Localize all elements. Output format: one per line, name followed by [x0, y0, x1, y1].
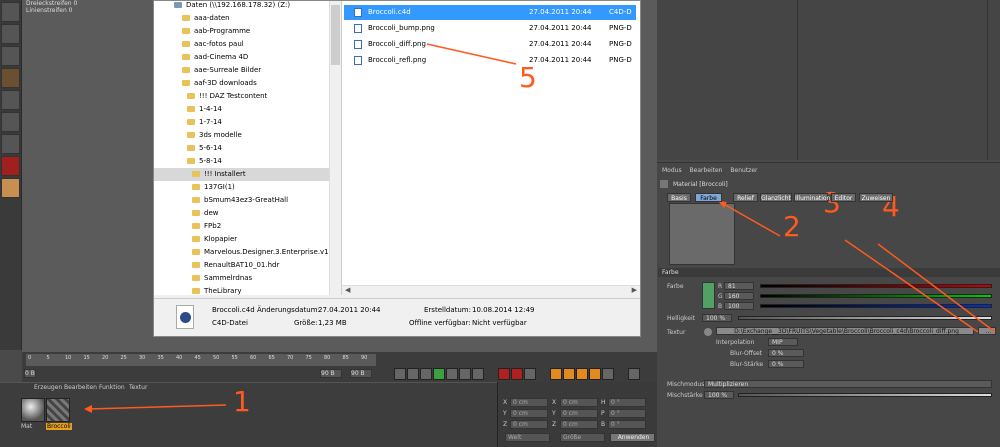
- tab-farbe[interactable]: Farbe: [695, 193, 722, 202]
- coord-field[interactable]: 0 °: [608, 420, 646, 429]
- annotation-number: 2: [783, 210, 801, 243]
- coord-field[interactable]: 0 cm: [510, 409, 548, 418]
- tab-basis[interactable]: Basis: [667, 193, 691, 202]
- apply-button[interactable]: Anwenden: [610, 433, 655, 442]
- coord-field[interactable]: 0 cm: [560, 420, 598, 429]
- annotation-number: 1: [233, 385, 251, 418]
- tab-zuweisen[interactable]: Zuweisen: [859, 193, 893, 202]
- coord-axis-label: B: [601, 421, 606, 428]
- coord-field[interactable]: 0 °: [608, 398, 646, 407]
- coord-field[interactable]: 0 cm: [560, 398, 598, 407]
- annotation-number: 5: [519, 61, 537, 94]
- coord-axis-label: P: [601, 410, 605, 417]
- coord-axis-label: X: [503, 399, 508, 406]
- coord-axis-label: Z: [552, 421, 557, 428]
- coord-axis-label: Y: [503, 410, 507, 417]
- coord-field[interactable]: 0 cm: [510, 398, 548, 407]
- coord-axis-label: H: [601, 399, 606, 406]
- coord-field[interactable]: 0 cm: [510, 420, 548, 429]
- coord-size-select[interactable]: Größe: [560, 433, 605, 442]
- tab-editor[interactable]: Editor: [831, 193, 856, 202]
- coord-axis-label: X: [552, 399, 557, 406]
- annotation-arrows: [84, 43, 996, 413]
- coord-axis-label: Y: [552, 410, 556, 417]
- coord-field[interactable]: 0 °: [608, 409, 646, 418]
- coord-field[interactable]: 0 cm: [560, 409, 598, 418]
- coord-axis-label: Z: [503, 421, 508, 428]
- tab-glanzlicht[interactable]: Glanzlicht: [760, 193, 792, 202]
- tab-illumination[interactable]: Illumination: [794, 193, 830, 202]
- tab-relief[interactable]: Relief: [733, 193, 758, 202]
- coord-mode-select[interactable]: Welt: [505, 433, 550, 442]
